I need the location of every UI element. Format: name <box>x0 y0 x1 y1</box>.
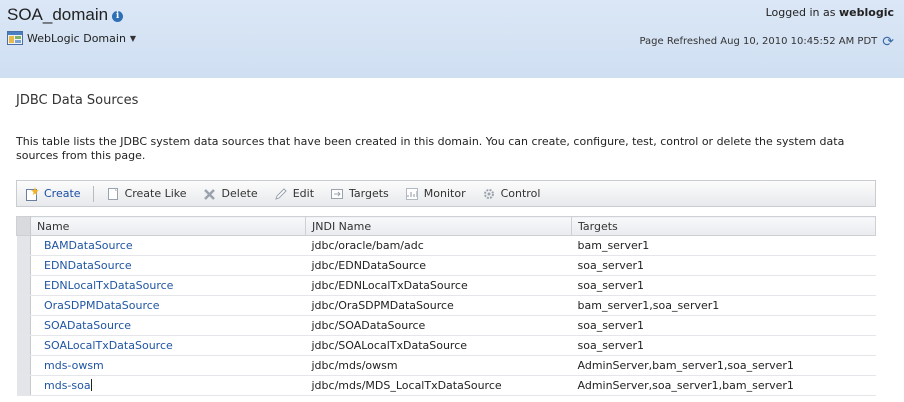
targets-icon <box>331 188 344 199</box>
jndi-name-cell: jdbc/oracle/bam/adc <box>305 235 572 256</box>
table-row[interactable]: mds-owsm jdbc/mds/owsm AdminServer,bam_s… <box>16 355 876 376</box>
data-source-name: mds-soa <box>44 379 91 392</box>
targets-cell: AdminServer,bam_server1,soa_server1 <box>571 355 876 376</box>
create-like-label: Create Like <box>124 187 187 200</box>
targets-cell: bam_server1 <box>571 235 876 256</box>
data-source-name-link[interactable]: BAMDataSource <box>30 235 306 256</box>
table-row[interactable]: SOADataSource jdbc/SOADataSource soa_ser… <box>16 315 876 336</box>
row-selector[interactable] <box>16 355 31 376</box>
targets-cell: soa_server1 <box>571 315 876 336</box>
edit-label: Edit <box>292 187 315 200</box>
monitor-button[interactable]: Monitor <box>397 181 474 206</box>
delete-button[interactable]: Delete <box>195 181 266 206</box>
jndi-name-cell: jdbc/mds/owsm <box>305 355 572 376</box>
column-header-jndi[interactable]: JNDI Name <box>305 216 572 236</box>
domain-header: SOA_domain i WebLogic Domain ▼ Logged in … <box>0 0 904 78</box>
targets-cell: bam_server1,soa_server1 <box>571 295 876 316</box>
logged-in-user: weblogic <box>839 6 894 19</box>
targets-cell: soa_server1 <box>571 255 876 276</box>
domain-menu-label: WebLogic Domain <box>27 31 126 45</box>
data-source-name-link[interactable]: SOALocalTxDataSource <box>30 335 306 356</box>
table-row[interactable]: SOALocalTxDataSource jdbc/SOALocalTxData… <box>16 335 876 356</box>
column-header-name[interactable]: Name <box>30 216 306 236</box>
jndi-name-cell: jdbc/SOALocalTxDataSource <box>305 335 572 356</box>
domain-title: SOA_domain i <box>7 5 124 25</box>
chevron-down-icon: ▼ <box>129 33 137 43</box>
data-source-name-link[interactable]: SOADataSource <box>30 315 306 336</box>
row-selector[interactable] <box>16 295 31 316</box>
select-all-cell[interactable] <box>16 216 31 236</box>
row-selector[interactable] <box>16 235 31 256</box>
jndi-name-cell: jdbc/OraSDPMDataSource <box>305 295 572 316</box>
data-source-name-link[interactable]: EDNDataSource <box>30 255 306 276</box>
create-like-icon <box>107 187 118 200</box>
control-label: Control <box>500 187 541 200</box>
column-header-targets[interactable]: Targets <box>571 216 876 236</box>
row-selector[interactable] <box>16 335 31 356</box>
data-sources-table: Name JNDI Name Targets BAMDataSource jdb… <box>16 216 876 396</box>
text-cursor <box>90 379 92 391</box>
weblogic-domain-menu[interactable]: WebLogic Domain ▼ <box>7 31 136 45</box>
targets-cell: soa_server1 <box>571 275 876 296</box>
table-row[interactable]: EDNLocalTxDataSource jdbc/EDNLocalTxData… <box>16 275 876 296</box>
table-toolbar: Create Create Like Delete Edit Targets M… <box>16 180 876 207</box>
refresh-icon[interactable]: ⟳ <box>882 35 894 49</box>
row-selector[interactable] <box>16 275 31 296</box>
jndi-name-cell: jdbc/EDNLocalTxDataSource <box>305 275 572 296</box>
jndi-name-cell: jdbc/EDNDataSource <box>305 255 572 276</box>
table-row[interactable]: OraSDPMDataSource jdbc/OraSDPMDataSource… <box>16 295 876 316</box>
targets-button[interactable]: Targets <box>322 181 397 206</box>
refresh-timestamp: Page Refreshed Aug 10, 2010 10:45:52 AM … <box>639 36 878 47</box>
table-header-row: Name JNDI Name Targets <box>16 216 876 236</box>
edit-icon <box>274 187 287 200</box>
delete-icon <box>203 188 215 200</box>
logged-in-info: Logged in as weblogic <box>766 6 894 19</box>
targets-cell: soa_server1 <box>571 335 876 356</box>
control-icon <box>483 188 494 199</box>
data-source-name-link[interactable]: EDNLocalTxDataSource <box>30 275 306 296</box>
logged-in-prefix: Logged in as <box>765 6 836 19</box>
table-row[interactable]: BAMDataSource jdbc/oracle/bam/adc bam_se… <box>16 235 876 256</box>
control-button[interactable]: Control <box>474 181 549 206</box>
jndi-name-cell: jdbc/mds/MDS_LocalTxDataSource <box>305 375 572 396</box>
data-source-name-link[interactable]: mds-owsm <box>30 355 306 376</box>
create-like-button[interactable]: Create Like <box>98 181 195 206</box>
targets-cell: AdminServer,soa_server1,bam_server1 <box>571 375 876 396</box>
create-button[interactable]: Create <box>17 181 89 206</box>
jndi-name-cell: jdbc/SOADataSource <box>305 315 572 336</box>
info-icon[interactable]: i <box>112 11 124 22</box>
row-selector[interactable] <box>16 375 31 396</box>
targets-label: Targets <box>349 187 389 200</box>
create-icon <box>26 186 39 201</box>
row-selector[interactable] <box>16 255 31 276</box>
page-title: JDBC Data Sources <box>16 93 139 108</box>
data-source-name-link[interactable]: OraSDPMDataSource <box>30 295 306 316</box>
page-refreshed-info: Page Refreshed Aug 10, 2010 10:45:52 AM … <box>639 35 894 49</box>
table-row[interactable]: EDNDataSource jdbc/EDNDataSource soa_ser… <box>16 255 876 276</box>
monitor-label: Monitor <box>423 187 466 200</box>
table-row[interactable]: mds-soa jdbc/mds/MDS_LocalTxDataSource A… <box>16 375 876 396</box>
row-selector[interactable] <box>16 315 31 336</box>
toolbar-divider <box>92 185 94 202</box>
delete-label: Delete <box>221 187 258 200</box>
monitor-icon <box>405 187 418 200</box>
edit-button[interactable]: Edit <box>266 181 322 206</box>
create-label: Create <box>44 187 81 200</box>
page-description: This table lists the JDBC system data so… <box>16 135 845 162</box>
domain-name: SOA_domain <box>7 5 109 24</box>
data-source-name-link[interactable]: mds-soa <box>30 375 306 396</box>
domain-icon <box>7 31 23 45</box>
